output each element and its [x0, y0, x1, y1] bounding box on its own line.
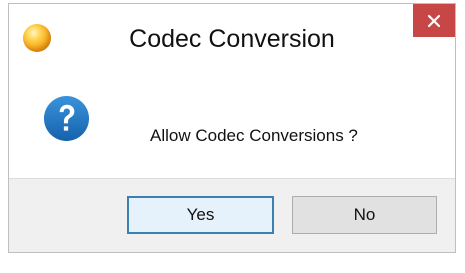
button-bar: Yes No [9, 178, 455, 252]
close-x-icon [427, 14, 441, 27]
dialog-message: Allow Codec Conversions ? [150, 126, 358, 145]
close-button[interactable] [413, 4, 455, 37]
title-bar[interactable]: Codec Conversion [9, 4, 455, 74]
question-icon [43, 95, 90, 142]
no-button[interactable]: No [292, 196, 437, 234]
codec-conversion-dialog: Codec Conversion Allow Codec Conversions… [8, 3, 456, 253]
yes-button[interactable]: Yes [127, 196, 274, 234]
dialog-body: Allow Codec Conversions ? [9, 74, 455, 178]
window-title: Codec Conversion [129, 25, 335, 53]
